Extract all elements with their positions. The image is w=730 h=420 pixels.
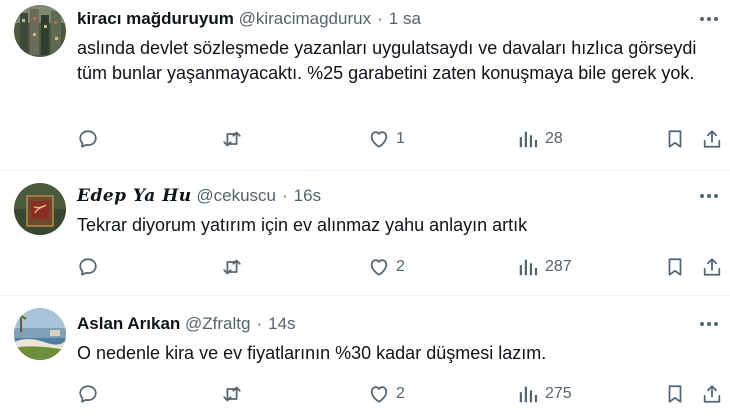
separator-dot: ·: [256, 314, 263, 333]
avatar[interactable]: [14, 183, 66, 235]
share-icon: [703, 130, 721, 148]
like-count: 2: [396, 385, 405, 402]
tweet-header: kiracı mağduruyum @kiracimagdurux · 1 sa: [77, 7, 421, 31]
reply-icon: [79, 258, 97, 276]
tweet-header: Aslan Arıkan @Zfraltg · 14s: [77, 312, 296, 336]
view-count: 275: [545, 385, 572, 402]
separator-dot: ·: [282, 186, 288, 205]
tweet-text: O nedenle kira ve ev fiyatlarının %30 ka…: [77, 343, 547, 363]
repost-button[interactable]: [221, 126, 249, 152]
view-count: 287: [545, 258, 572, 275]
separator-dot: ·: [377, 9, 383, 28]
display-name[interactable]: Aslan Arıkan: [77, 314, 180, 333]
bookmark-button[interactable]: [664, 254, 686, 280]
reply-button[interactable]: [77, 254, 105, 280]
share-button[interactable]: [701, 254, 723, 280]
timestamp[interactable]: 14s: [268, 314, 295, 333]
tweet-actions: 1 28: [77, 126, 727, 152]
reply-button[interactable]: [77, 381, 105, 407]
display-name[interactable]: kiracı mağduruyum: [77, 9, 234, 28]
tweet-actions: 2 287: [77, 254, 727, 280]
like-count: 2: [396, 258, 405, 275]
bookmark-icon: [668, 385, 682, 403]
views-icon: [519, 386, 538, 403]
tweet-text: Tekrar diyorum yatırım için ev alınmaz y…: [77, 215, 528, 235]
bookmark-icon: [668, 130, 682, 148]
share-button[interactable]: [701, 381, 723, 407]
repost-button[interactable]: [221, 381, 249, 407]
like-button[interactable]: 2: [368, 254, 405, 280]
views-button[interactable]: 287: [517, 254, 572, 280]
repost-button[interactable]: [221, 254, 249, 280]
views-button[interactable]: 275: [517, 381, 572, 407]
reply-icon: [79, 385, 97, 403]
views-button[interactable]: 28: [517, 126, 563, 152]
view-count: 28: [545, 130, 563, 147]
repost-icon: [223, 386, 241, 402]
heart-icon: [370, 131, 388, 148]
tweet[interactable]: Aslan Arıkan @Zfraltg · 14s O nedenle kira…: [0, 296, 730, 420]
user-handle[interactable]: @kiracimagdurux: [239, 9, 372, 28]
avatar[interactable]: [14, 5, 66, 57]
tweet-header: Edep Ya Hu @cekuscu · 16s: [77, 184, 321, 208]
reply-feed: kiracı mağduruyum @kiracimagdurux · 1 sa a…: [0, 0, 730, 420]
share-icon: [703, 385, 721, 403]
bookmark-button[interactable]: [664, 381, 686, 407]
avatar[interactable]: [14, 308, 66, 360]
bookmark-icon: [668, 258, 682, 276]
heart-icon: [370, 386, 388, 403]
reply-button[interactable]: [77, 126, 105, 152]
user-handle[interactable]: @Zfraltg: [185, 314, 250, 333]
timestamp[interactable]: 1 sa: [389, 9, 421, 28]
timestamp[interactable]: 16s: [294, 186, 321, 205]
like-button[interactable]: 1: [368, 126, 405, 152]
views-icon: [519, 259, 538, 276]
more-icon[interactable]: [696, 9, 722, 29]
display-name[interactable]: Edep Ya Hu: [77, 186, 192, 206]
tweet-actions: 2 275: [77, 381, 727, 407]
more-icon[interactable]: [696, 314, 722, 334]
repost-icon: [223, 131, 241, 147]
views-icon: [519, 131, 538, 148]
like-count: 1: [396, 130, 405, 147]
tweet[interactable]: Edep Ya Hu @cekuscu · 16s Tekrar diyorum y…: [0, 171, 730, 295]
share-button[interactable]: [701, 126, 723, 152]
bookmark-button[interactable]: [664, 126, 686, 152]
like-button[interactable]: 2: [368, 381, 405, 407]
tweet[interactable]: kiracı mağduruyum @kiracimagdurux · 1 sa a…: [0, 0, 730, 170]
tweet-text: aslında devlet sözleşmede yazanları uygu…: [77, 38, 697, 83]
reply-icon: [79, 130, 97, 148]
more-icon[interactable]: [696, 186, 722, 206]
heart-icon: [370, 259, 388, 276]
repost-icon: [223, 259, 241, 275]
user-handle[interactable]: @cekuscu: [196, 186, 276, 205]
share-icon: [703, 258, 721, 276]
